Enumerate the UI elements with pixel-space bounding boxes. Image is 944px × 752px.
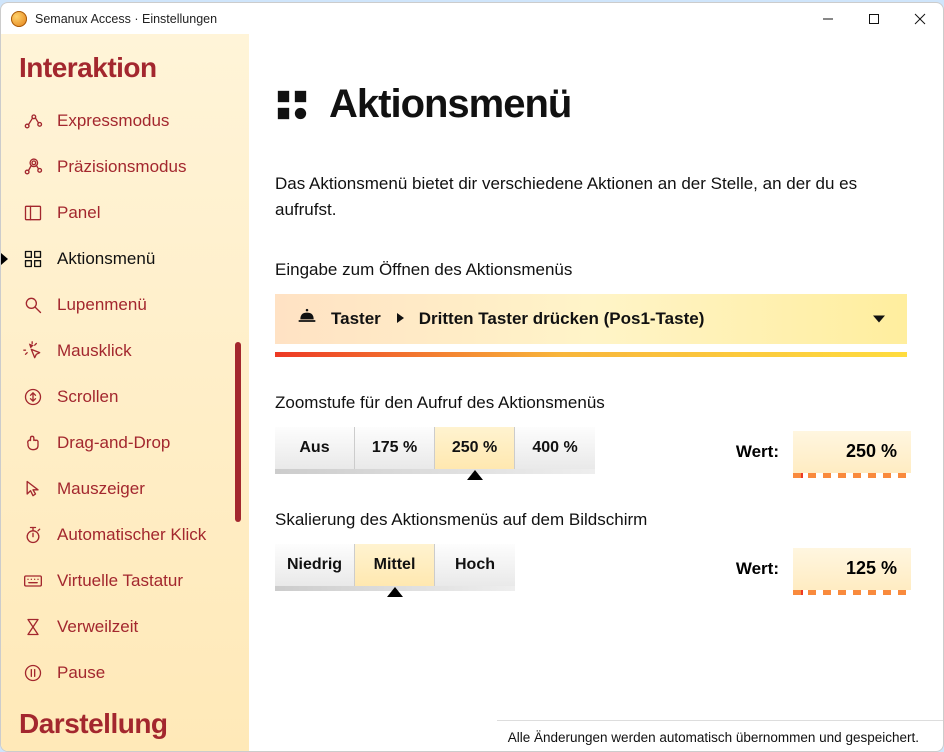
pause-icon (23, 663, 43, 683)
click-icon (23, 341, 43, 361)
sidebar-heading-interaktion: Interaktion (19, 52, 249, 84)
target-icon (23, 157, 43, 177)
zoom-value-box[interactable]: 250 % (793, 431, 911, 473)
sidebar-item-mauszeiger[interactable]: Mauszeiger (19, 466, 249, 512)
scale-section-label: Skalierung des Aktionsmenüs auf dem Bild… (275, 510, 911, 530)
sidebar-item-pause[interactable]: Pause (19, 650, 249, 696)
zoom-option-0[interactable]: Aus (275, 427, 355, 469)
sidebar-item-label: Präzisionsmodus (57, 157, 186, 177)
sidebar-item-label: Expressmodus (57, 111, 169, 131)
maximize-button[interactable] (851, 3, 897, 35)
sidebar-item-label: Lupenmenü (57, 295, 147, 315)
sidebar-item-label: Drag-and-Drop (57, 433, 170, 453)
dropdown-category: Taster (331, 309, 381, 329)
scroll-icon (23, 387, 43, 407)
chevron-down-icon (873, 315, 885, 322)
page-title: Aktionsmenü (329, 82, 571, 127)
sidebar-item-drag-and-drop[interactable]: Drag-and-Drop (19, 420, 249, 466)
stopwatch-icon (23, 525, 43, 545)
sidebar-item-lupenmen-[interactable]: Lupenmenü (19, 282, 249, 328)
zoom-option-2[interactable]: 250 % (435, 427, 515, 469)
chevron-right-icon (395, 309, 405, 329)
zoom-segmented-control: Aus175 %250 %400 % (275, 427, 595, 469)
sidebar-item-label: Aktionsmenü (57, 249, 155, 269)
zoom-option-1[interactable]: 175 % (355, 427, 435, 469)
sidebar-item-automatischer-klick[interactable]: Automatischer Klick (19, 512, 249, 558)
scale-option-0[interactable]: Niedrig (275, 544, 355, 586)
pointer-icon (23, 479, 43, 499)
minimize-button[interactable] (805, 3, 851, 35)
page-description: Das Aktionsmenü bietet dir verschiedene … (275, 171, 895, 224)
sidebar-item-label: Scrollen (57, 387, 118, 407)
sidebar-item-verweilzeit[interactable]: Verweilzeit (19, 604, 249, 650)
zoom-wert-label: Wert: (736, 442, 779, 462)
dropdown-accent (275, 352, 907, 357)
zoom-section-label: Zoomstufe für den Aufruf des Aktionsmenü… (275, 393, 911, 413)
sidebar-item-label: Automatischer Klick (57, 525, 206, 545)
sidebar-item-label: Panel (57, 203, 100, 223)
titlebar: Semanux Access · Einstellungen (0, 2, 944, 34)
bell-icon (297, 306, 317, 331)
scale-value-box[interactable]: 125 % (793, 548, 911, 590)
drag-icon (23, 433, 43, 453)
window-title: Semanux Access · Einstellungen (35, 12, 217, 26)
sidebar-item-panel[interactable]: Panel (19, 190, 249, 236)
panel-icon (23, 203, 43, 223)
nodes-icon (23, 111, 43, 131)
footer-divider (497, 720, 943, 721)
sidebar-item-label: Mauszeiger (57, 479, 145, 499)
zoom-underline (275, 469, 595, 474)
sidebar-item-virtuelle-tastatur[interactable]: Virtuelle Tastatur (19, 558, 249, 604)
app-icon (11, 11, 27, 27)
sidebar-item-label: Virtuelle Tastatur (57, 571, 183, 591)
sidebar-item-mausklick[interactable]: Mausklick (19, 328, 249, 374)
scale-segmented-control: NiedrigMittelHoch (275, 544, 515, 586)
zoom-option-3[interactable]: 400 % (515, 427, 595, 469)
sidebar: Interaktion Expressmodus Präzisionsmodus P… (1, 34, 249, 751)
sidebar-item-label: Pause (57, 663, 105, 683)
dropdown-value: Dritten Taster drücken (Pos1-Taste) (419, 309, 705, 329)
grid-icon (23, 249, 43, 269)
hourglass-icon (23, 617, 43, 637)
scale-wert-label: Wert: (736, 559, 779, 579)
sidebar-item-scrollen[interactable]: Scrollen (19, 374, 249, 420)
action-input-dropdown[interactable]: Taster Dritten Taster drücken (Pos1-Tast… (275, 294, 907, 344)
scale-option-1[interactable]: Mittel (355, 544, 435, 586)
input-section-label: Eingabe zum Öffnen des Aktionsmenüs (275, 260, 911, 280)
sidebar-item-expressmodus[interactable]: Expressmodus (19, 98, 249, 144)
keyboard-icon (23, 571, 43, 591)
sidebar-item-pr-zisionsmodus[interactable]: Präzisionsmodus (19, 144, 249, 190)
scale-option-2[interactable]: Hoch (435, 544, 515, 586)
magnifier-icon (23, 295, 43, 315)
close-button[interactable] (897, 3, 943, 35)
footer-text: Alle Änderungen werden automatisch übern… (508, 730, 919, 745)
sidebar-item-label: Mausklick (57, 341, 132, 361)
sidebar-heading-darstellung: Darstellung (19, 708, 249, 740)
sidebar-item-aktionsmen-[interactable]: Aktionsmenü (19, 236, 249, 282)
content-area: Aktionsmenü Das Aktionsmenü bietet dir v… (249, 34, 943, 751)
sidebar-item-label: Verweilzeit (57, 617, 138, 637)
sidebar-scrollbar[interactable] (235, 342, 241, 522)
grid-icon (275, 88, 309, 122)
